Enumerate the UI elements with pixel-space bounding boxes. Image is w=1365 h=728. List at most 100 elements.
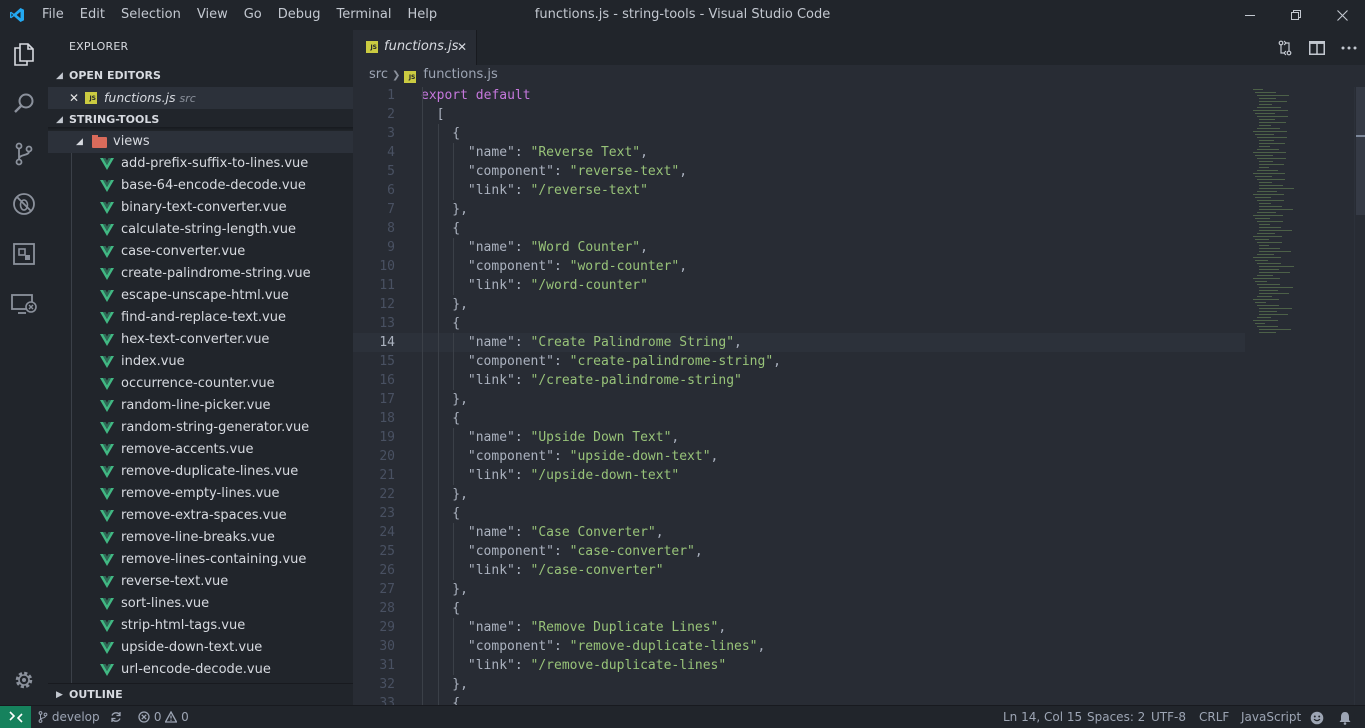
file-label: hex-text-converter.vue [121, 332, 270, 347]
minimap-line [1257, 275, 1273, 276]
menu-view[interactable]: View [189, 0, 236, 30]
file-item[interactable]: reverse-text.vue [48, 571, 353, 593]
file-item[interactable]: remove-accents.vue [48, 439, 353, 461]
string-token: "Upside Down Text" [530, 430, 672, 445]
problems-status[interactable]: 0 0 [138, 706, 189, 728]
explorer-button[interactable] [0, 30, 48, 78]
minimap-line [1257, 221, 1283, 222]
minimap-line [1253, 194, 1284, 195]
code-editor[interactable]: 1 export default 2[3{4 "name": "Reverse Tex… [353, 87, 1365, 705]
file-item[interactable]: create-palindrome-string.vue [48, 263, 353, 285]
outline-header[interactable]: ▶ OUTLINE [48, 683, 353, 705]
scrollbar-thumb[interactable] [1356, 87, 1365, 215]
punctuation-token: , [655, 525, 664, 540]
file-item[interactable]: binary-text-converter.vue [48, 197, 353, 219]
cursor-position[interactable]: Ln 14, Col 15 [1003, 706, 1082, 728]
file-item[interactable]: random-string-generator.vue [48, 417, 353, 439]
status-bar: develop 0 0 Ln 14, Col 15 Spaces: 2 UTF-… [0, 705, 1365, 728]
file-item[interactable]: upside-down-text.vue [48, 637, 353, 659]
menu-edit[interactable]: Edit [72, 0, 113, 30]
file-item[interactable]: occurrence-counter.vue [48, 373, 353, 395]
split-editor-button[interactable] [1301, 30, 1333, 65]
file-item[interactable]: escape-unscape-html.vue [48, 285, 353, 307]
punctuation-token: , [757, 639, 766, 654]
close-editor-icon[interactable]: ✕ [69, 87, 79, 109]
line-number: 26 [379, 563, 395, 578]
minimap-line [1253, 89, 1263, 90]
menu-selection[interactable]: Selection [113, 0, 189, 30]
code-line: 2[ [353, 105, 1245, 124]
string-token: "Reverse Text" [530, 145, 641, 160]
file-item[interactable]: hex-text-converter.vue [48, 329, 353, 351]
git-branch-icon [38, 711, 48, 723]
string-token: "/reverse-text" [530, 183, 648, 198]
punctuation-token: "component": [467, 449, 570, 464]
minimap[interactable] [1245, 87, 1351, 705]
file-item[interactable]: url-encode-decode.vue [48, 659, 353, 681]
file-item[interactable]: remove-lines-containing.vue [48, 549, 353, 571]
menu-debug[interactable]: Debug [270, 0, 329, 30]
manage-button[interactable] [0, 656, 48, 704]
file-item[interactable]: random-line-picker.vue [48, 395, 353, 417]
punctuation-token: "link": [467, 183, 531, 198]
more-actions-icon [1341, 46, 1357, 49]
minimap-line [1257, 179, 1285, 180]
source-control-button[interactable] [0, 130, 48, 178]
file-item[interactable]: remove-extra-spaces.vue [48, 505, 353, 527]
vertical-scrollbar[interactable] [1354, 87, 1365, 705]
eol-status[interactable]: CRLF [1199, 706, 1229, 728]
remote-indicator-button[interactable] [0, 706, 31, 728]
split-editor-icon [1309, 40, 1325, 55]
menu-terminal[interactable]: Terminal [329, 0, 400, 30]
file-item[interactable]: base-64-encode-decode.vue [48, 175, 353, 197]
minimize-button[interactable] [1227, 0, 1273, 30]
search-button[interactable] [0, 80, 48, 128]
minimap-line [1259, 311, 1277, 312]
punctuation-token: "name": [467, 430, 531, 445]
code-text: }, [452, 580, 468, 599]
restore-button[interactable] [1273, 0, 1319, 30]
file-item[interactable]: calculate-string-length.vue [48, 219, 353, 241]
code-line: 22}, [353, 485, 1245, 504]
file-item[interactable]: sort-lines.vue [48, 593, 353, 615]
breadcrumb-file[interactable]: functions.js [423, 67, 497, 82]
extensions-button[interactable] [0, 230, 48, 278]
file-item[interactable]: index.vue [48, 351, 353, 373]
notifications-button[interactable] [1338, 710, 1352, 728]
menu-go[interactable]: Go [236, 0, 270, 30]
more-actions-button[interactable] [1333, 30, 1365, 65]
breadcrumb-folder[interactable]: src [369, 67, 388, 82]
folder-views[interactable]: ◢ views [48, 131, 353, 153]
open-editors-header[interactable]: ◢ OPEN EDITORS [48, 65, 353, 87]
close-window-button[interactable] [1319, 0, 1365, 30]
open-changes-button[interactable] [1269, 30, 1301, 65]
chevron-down-icon: ◢ [56, 71, 63, 81]
branch-status[interactable]: develop [38, 706, 100, 728]
language-mode[interactable]: JavaScript [1241, 706, 1301, 728]
tab-functions-js[interactable]: JS functions.js ✕ [353, 30, 477, 65]
javascript-file-icon: JS [404, 71, 417, 83]
file-item[interactable]: remove-duplicate-lines.vue [48, 461, 353, 483]
close-icon [1336, 9, 1348, 21]
line-number: 33 [379, 696, 395, 705]
minimap-line [1259, 125, 1271, 126]
menu-help[interactable]: Help [399, 0, 445, 30]
file-item[interactable]: case-converter.vue [48, 241, 353, 263]
file-item[interactable]: remove-empty-lines.vue [48, 483, 353, 505]
line-number: 9 [387, 240, 395, 255]
debug-button[interactable] [0, 180, 48, 228]
minimap-line [1257, 191, 1277, 192]
file-item[interactable]: add-prefix-suffix-to-lines.vue [48, 153, 353, 175]
punctuation-token: }, [452, 677, 468, 692]
remote-explorer-button[interactable] [0, 280, 48, 328]
file-item[interactable]: strip-html-tags.vue [48, 615, 353, 637]
file-item[interactable]: find-and-replace-text.vue [48, 307, 353, 329]
sync-button[interactable] [110, 706, 122, 728]
encoding-status[interactable]: UTF-8 [1151, 706, 1186, 728]
close-tab-icon[interactable]: ✕ [457, 40, 467, 54]
feedback-button[interactable] [1310, 710, 1324, 728]
indentation-status[interactable]: Spaces: 2 [1087, 706, 1145, 728]
file-item[interactable]: remove-line-breaks.vue [48, 527, 353, 549]
menu-file[interactable]: File [34, 0, 72, 30]
open-editor-item[interactable]: ✕ JS functions.js src [48, 87, 353, 109]
